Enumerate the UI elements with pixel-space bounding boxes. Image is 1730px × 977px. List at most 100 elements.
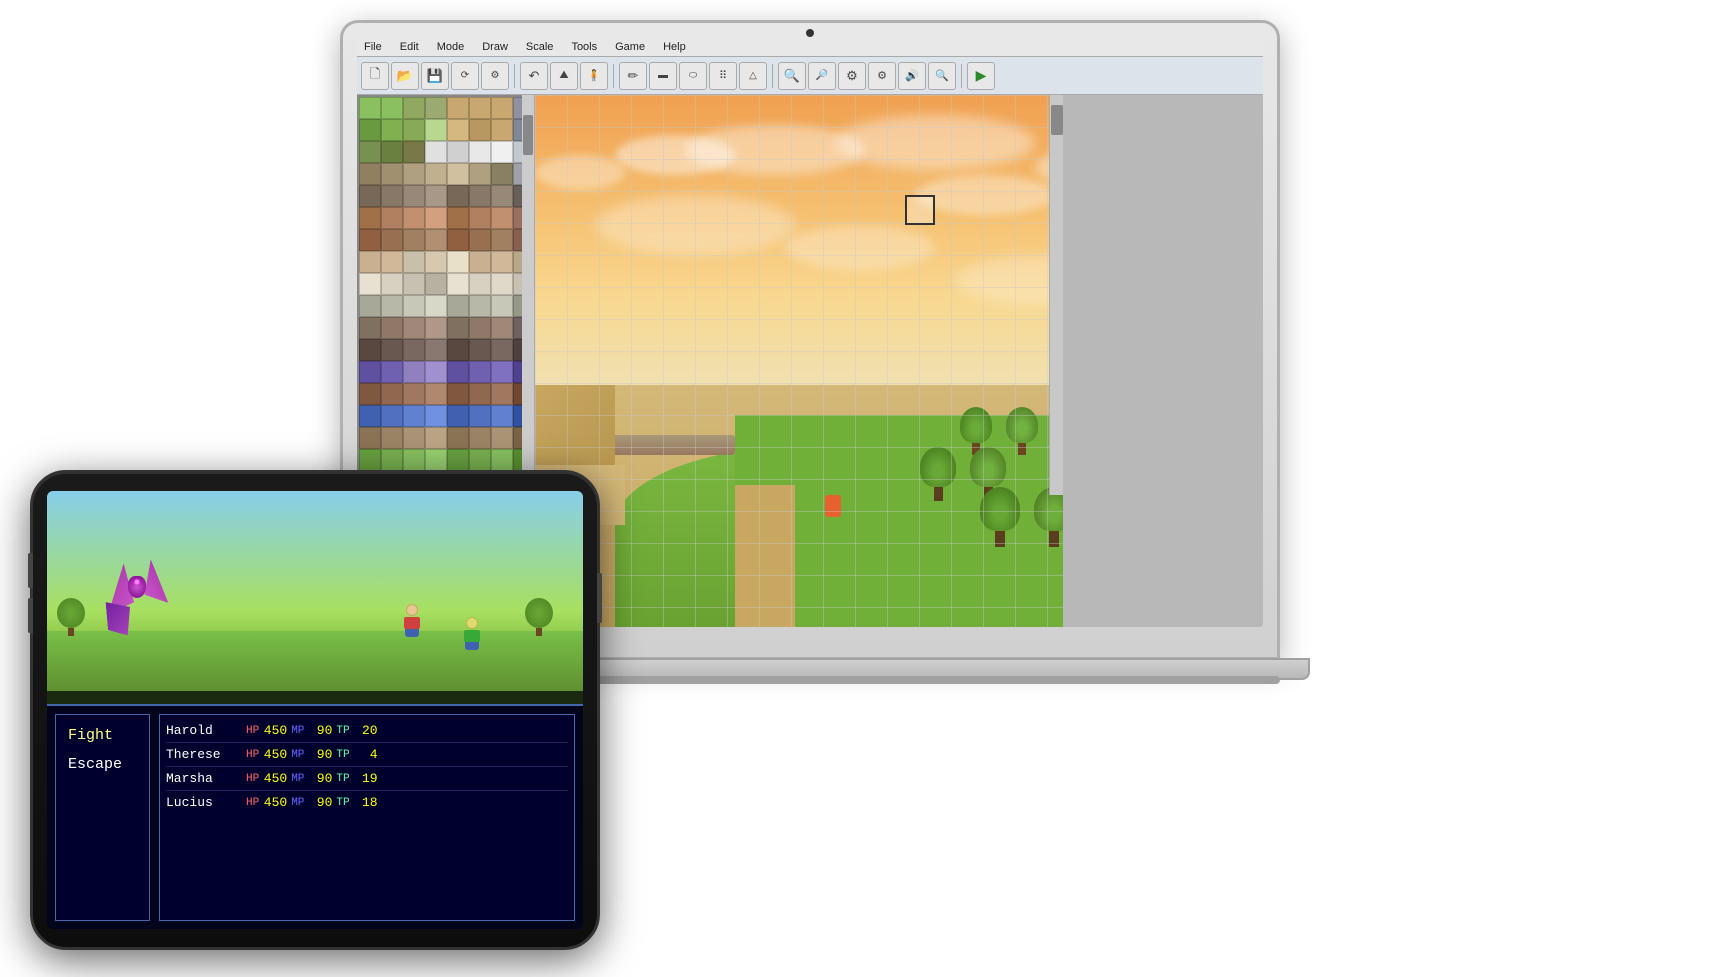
tile-cell[interactable] bbox=[425, 119, 447, 141]
toolbar-mountain[interactable]: ⛰ bbox=[550, 62, 578, 90]
tile-cell[interactable] bbox=[403, 185, 425, 207]
tile-cell[interactable] bbox=[381, 119, 403, 141]
tile-cell[interactable] bbox=[425, 273, 447, 295]
tile-cell[interactable] bbox=[469, 383, 491, 405]
tile-cell[interactable] bbox=[491, 229, 513, 251]
tile-cell[interactable] bbox=[359, 383, 381, 405]
tile-cell[interactable] bbox=[425, 207, 447, 229]
toolbar-open[interactable]: 📂 bbox=[391, 62, 419, 90]
tile-cell[interactable] bbox=[491, 405, 513, 427]
tile-cell[interactable] bbox=[447, 141, 469, 163]
tile-cell[interactable] bbox=[359, 361, 381, 383]
toolbar-fill[interactable]: ⠿ bbox=[709, 62, 737, 90]
tile-cell[interactable] bbox=[403, 119, 425, 141]
tile-cell[interactable] bbox=[381, 317, 403, 339]
tile-cell[interactable] bbox=[447, 317, 469, 339]
toolbar-zoom-out[interactable]: 🔎 bbox=[808, 62, 836, 90]
tile-cell[interactable] bbox=[381, 141, 403, 163]
tile-cell[interactable] bbox=[381, 207, 403, 229]
tile-cell[interactable] bbox=[491, 449, 513, 471]
tile-cell[interactable] bbox=[469, 427, 491, 449]
tile-cell[interactable] bbox=[447, 251, 469, 273]
tile-cell[interactable] bbox=[447, 427, 469, 449]
tile-cell[interactable] bbox=[359, 295, 381, 317]
tile-cell[interactable] bbox=[359, 97, 381, 119]
tile-cell[interactable] bbox=[403, 141, 425, 163]
menu-mode[interactable]: Mode bbox=[434, 41, 468, 53]
tile-cell[interactable] bbox=[469, 405, 491, 427]
cmd-escape[interactable]: Escape bbox=[64, 750, 141, 779]
tile-cell[interactable] bbox=[425, 339, 447, 361]
tile-cell[interactable] bbox=[381, 449, 403, 471]
tile-cell[interactable] bbox=[359, 229, 381, 251]
tile-cell[interactable] bbox=[425, 383, 447, 405]
tile-cell[interactable] bbox=[403, 163, 425, 185]
toolbar-person[interactable]: 🧍 bbox=[580, 62, 608, 90]
tile-cell[interactable] bbox=[359, 339, 381, 361]
tile-cell[interactable] bbox=[491, 163, 513, 185]
toolbar-zoom-in[interactable]: 🔍 bbox=[778, 62, 806, 90]
tile-cell[interactable] bbox=[469, 207, 491, 229]
tile-cell[interactable] bbox=[381, 97, 403, 119]
toolbar-new[interactable]: 🗋 bbox=[361, 62, 389, 90]
tile-cell[interactable] bbox=[425, 361, 447, 383]
tile-cell[interactable] bbox=[359, 449, 381, 471]
phone-vol-down-button[interactable] bbox=[28, 598, 33, 633]
tile-cell[interactable] bbox=[381, 295, 403, 317]
tile-cell[interactable] bbox=[447, 449, 469, 471]
tile-cell[interactable] bbox=[403, 229, 425, 251]
tile-cell[interactable] bbox=[469, 273, 491, 295]
tile-cell[interactable] bbox=[425, 251, 447, 273]
tile-cell[interactable] bbox=[403, 449, 425, 471]
menu-draw[interactable]: Draw bbox=[479, 41, 511, 53]
tile-cell[interactable] bbox=[491, 383, 513, 405]
cmd-fight[interactable]: Fight bbox=[64, 721, 141, 750]
tile-cell[interactable] bbox=[447, 295, 469, 317]
tile-cell[interactable] bbox=[447, 163, 469, 185]
tile-cell[interactable] bbox=[491, 317, 513, 339]
tile-cell[interactable] bbox=[447, 119, 469, 141]
tile-cell[interactable] bbox=[403, 317, 425, 339]
toolbar-search[interactable]: 🔍 bbox=[928, 62, 956, 90]
tile-cell[interactable] bbox=[447, 229, 469, 251]
tile-cell[interactable] bbox=[491, 207, 513, 229]
menu-file[interactable]: File bbox=[361, 41, 385, 53]
toolbar-audio[interactable]: 🔊 bbox=[898, 62, 926, 90]
tile-cell[interactable] bbox=[381, 185, 403, 207]
tile-cell[interactable] bbox=[403, 273, 425, 295]
tile-cell[interactable] bbox=[381, 163, 403, 185]
tile-cell[interactable] bbox=[359, 163, 381, 185]
tile-cell[interactable] bbox=[359, 427, 381, 449]
tile-cell[interactable] bbox=[403, 405, 425, 427]
tile-cell[interactable] bbox=[359, 119, 381, 141]
phone-vol-up-button[interactable] bbox=[28, 553, 33, 588]
toolbar-settings[interactable]: ⚙ bbox=[838, 62, 866, 90]
tile-cell[interactable] bbox=[447, 383, 469, 405]
tile-cell[interactable] bbox=[403, 251, 425, 273]
tile-cell[interactable] bbox=[491, 119, 513, 141]
tile-cell[interactable] bbox=[359, 405, 381, 427]
tile-cell[interactable] bbox=[469, 141, 491, 163]
toolbar-save[interactable]: 💾 bbox=[421, 62, 449, 90]
tile-cell[interactable] bbox=[491, 339, 513, 361]
tile-cell[interactable] bbox=[425, 163, 447, 185]
tile-cell[interactable] bbox=[491, 427, 513, 449]
toolbar-oval[interactable]: ⬭ bbox=[679, 62, 707, 90]
tile-cell[interactable] bbox=[381, 361, 403, 383]
tile-cell[interactable] bbox=[447, 405, 469, 427]
toolbar-btn4[interactable]: ⟳ bbox=[451, 62, 479, 90]
toolbar-rect[interactable]: ▬ bbox=[649, 62, 677, 90]
tile-cell[interactable] bbox=[381, 251, 403, 273]
tile-cell[interactable] bbox=[359, 207, 381, 229]
toolbar-pencil[interactable]: ✏ bbox=[619, 62, 647, 90]
tile-cell[interactable] bbox=[403, 97, 425, 119]
toolbar-btn5[interactable]: ⚙ bbox=[481, 62, 509, 90]
tile-cell[interactable] bbox=[381, 383, 403, 405]
tile-cell[interactable] bbox=[403, 383, 425, 405]
tile-cell[interactable] bbox=[381, 229, 403, 251]
tile-cell[interactable] bbox=[425, 317, 447, 339]
tile-cell[interactable] bbox=[381, 339, 403, 361]
tile-cell[interactable] bbox=[447, 361, 469, 383]
tile-cell[interactable] bbox=[359, 317, 381, 339]
tile-cell[interactable] bbox=[359, 185, 381, 207]
